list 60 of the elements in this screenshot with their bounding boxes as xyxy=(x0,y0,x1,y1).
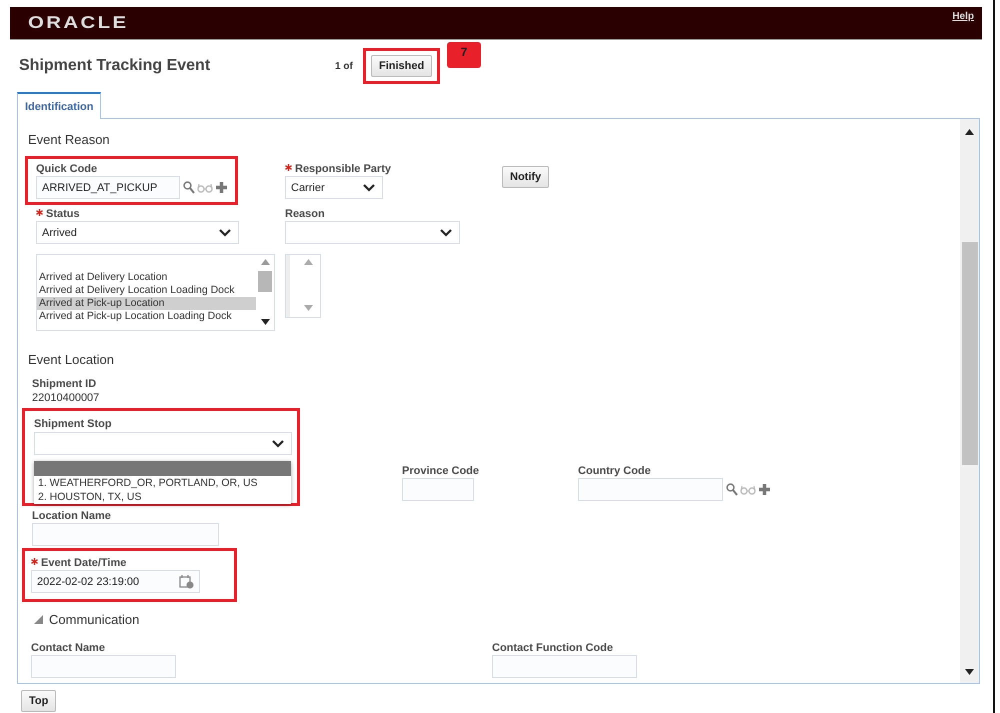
list-option[interactable]: Arrived at Delivery Location xyxy=(37,271,256,284)
status-listbox[interactable]: Arrived at Delivery Location Arrived at Delivery Location Loading Dock Arrived at Pick-up Location Arrived at Pick-up Location Loading Dock xyxy=(36,254,275,331)
field-label: Status xyxy=(46,207,80,221)
scroll-thumb[interactable] xyxy=(962,242,978,465)
help-link[interactable]: Help xyxy=(952,11,974,22)
field-label: Reason xyxy=(285,207,325,221)
list-option[interactable]: Arrived at Pick-up Location xyxy=(37,297,256,310)
event-datetime-field[interactable]: 2022-02-02 23:19:00 xyxy=(31,570,200,593)
step-callout: 7 xyxy=(447,42,481,68)
dropdown-option[interactable]: 2. HOUSTON, TX, US xyxy=(34,490,291,504)
plus-icon[interactable] xyxy=(215,181,228,194)
chevron-down-icon xyxy=(440,228,452,236)
country-code-field[interactable] xyxy=(578,478,724,501)
communication-toggle[interactable]: Communication xyxy=(34,612,140,627)
field-label: Shipment ID xyxy=(32,377,98,391)
quick-code-field[interactable]: ARRIVED_AT_PICKUP xyxy=(36,176,180,199)
contact-function-code-field[interactable] xyxy=(492,655,637,678)
scroll-down-icon[interactable] xyxy=(965,669,974,675)
field-label: Contact Name xyxy=(31,641,106,655)
page-title: Shipment Tracking Event xyxy=(19,57,212,75)
glasses-icon[interactable] xyxy=(740,484,756,494)
scroll-up-icon[interactable] xyxy=(965,129,974,135)
chevron-down-icon xyxy=(219,228,231,236)
field-label: Responsible Party xyxy=(295,162,391,176)
field-label: Event Date/Time xyxy=(41,556,126,570)
notify-button[interactable]: Notify xyxy=(502,166,550,188)
list-option[interactable]: Arrived at Pick-up Location Loading Dock xyxy=(37,310,256,323)
field-label: Quick Code xyxy=(36,162,98,176)
field-label: Country Code xyxy=(578,464,652,478)
scroll-thumb[interactable] xyxy=(258,271,272,292)
location-name-field[interactable] xyxy=(32,523,219,546)
list-option[interactable]: Arrived at Delivery Location Loading Dock xyxy=(37,284,256,297)
finished-button[interactable]: Finished xyxy=(371,55,432,77)
section-heading: Event Reason xyxy=(28,132,111,149)
glasses-icon[interactable] xyxy=(197,182,213,192)
shipment-stop-select[interactable] xyxy=(34,432,292,455)
chevron-down-icon xyxy=(272,440,284,448)
tab[interactable]: Identification xyxy=(17,92,102,119)
search-icon[interactable] xyxy=(183,181,195,194)
field-label: Shipment Stop xyxy=(34,417,113,431)
calendar-icon[interactable] xyxy=(179,574,194,588)
scroll-down-icon[interactable] xyxy=(260,319,270,325)
shipment-id-value: 22010400007 xyxy=(32,391,100,405)
section-heading: Event Location xyxy=(28,352,116,369)
field-label: Location Name xyxy=(32,509,112,523)
top-button[interactable]: Top xyxy=(21,690,56,712)
contact-name-field[interactable] xyxy=(31,655,176,678)
plus-icon[interactable] xyxy=(758,483,772,496)
chevron-down-icon xyxy=(363,184,375,192)
search-icon[interactable] xyxy=(726,483,738,496)
dropdown-option[interactable]: 1. WEATHERFORD_OR, PORTLAND, OR, US xyxy=(34,476,291,490)
reason-select[interactable] xyxy=(285,221,460,244)
province-code-field[interactable] xyxy=(402,478,474,501)
status-select[interactable]: Arrived xyxy=(36,221,239,244)
field-label: Province Code xyxy=(402,464,480,478)
logo: ORACLE xyxy=(28,13,129,33)
scrollbar[interactable] xyxy=(960,119,979,683)
responsible-party-select[interactable]: Carrier xyxy=(285,176,383,199)
field-label: Contact Function Code xyxy=(492,641,614,655)
page-counter: 1 of xyxy=(335,60,354,72)
